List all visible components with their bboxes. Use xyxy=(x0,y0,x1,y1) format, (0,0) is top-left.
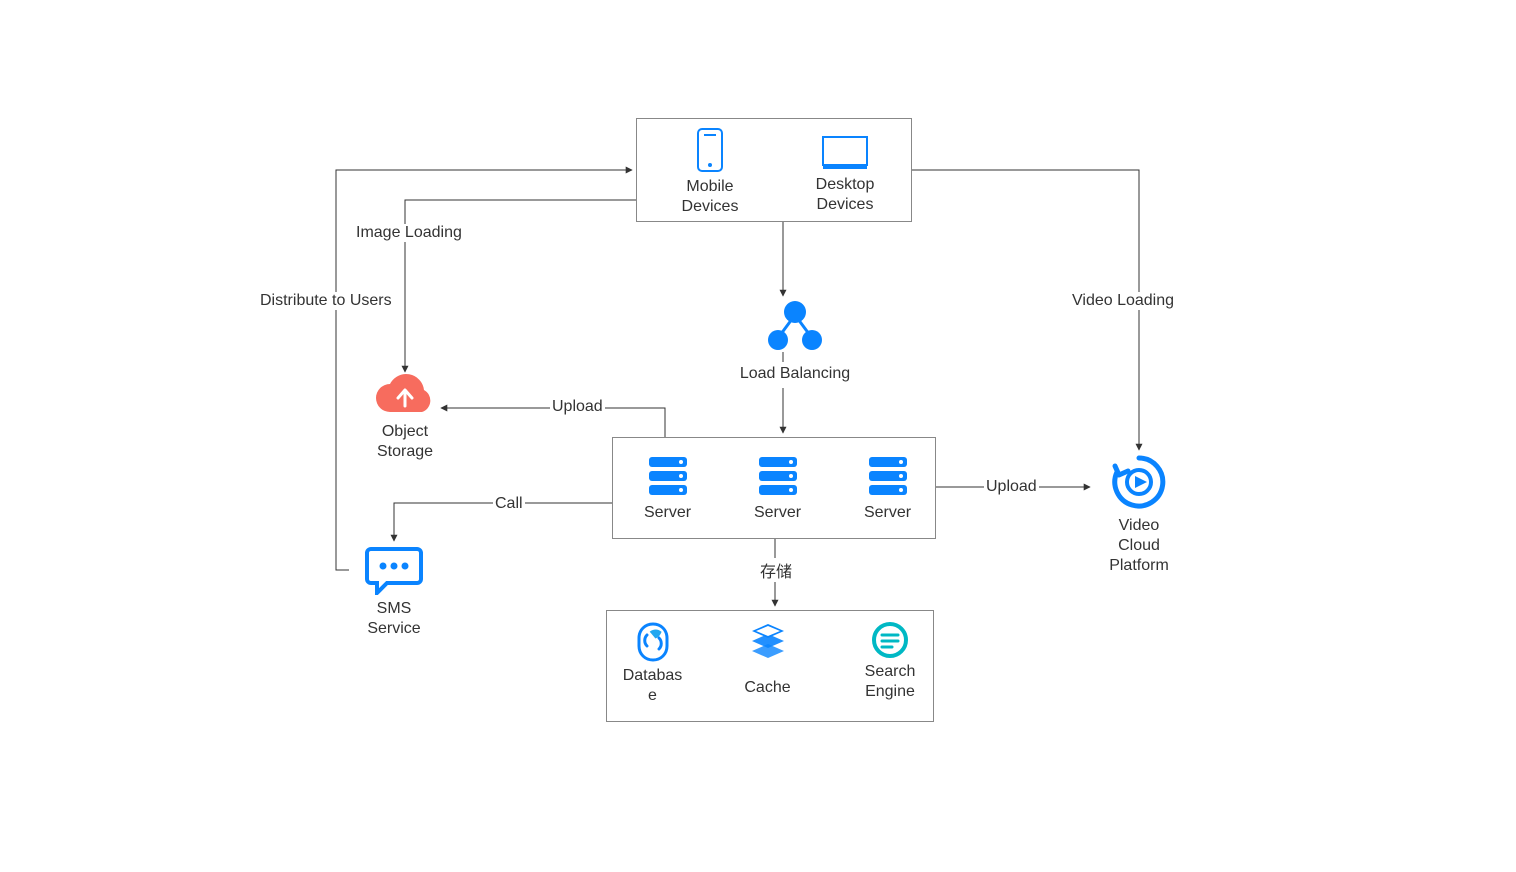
cache-label: Cache xyxy=(744,678,790,698)
video-cloud-label: Video Cloud Platform xyxy=(1109,516,1169,576)
load-balancing-icon xyxy=(765,300,825,350)
sms-service: SMS Service xyxy=(349,543,439,639)
load-balancing-label: Load Balancing xyxy=(740,364,850,384)
cloud-upload-icon xyxy=(374,374,436,418)
sms-label: SMS Service xyxy=(367,599,420,639)
desktop-icon xyxy=(821,135,869,171)
cache: Cache xyxy=(730,620,805,698)
video-cloud: Video Cloud Platform xyxy=(1094,452,1184,576)
label-upload-2: Upload xyxy=(984,478,1039,496)
cache-icon xyxy=(746,620,790,664)
search-engine: Search Engine xyxy=(850,620,930,702)
server-label: Server xyxy=(754,503,801,523)
load-balancing: Load Balancing xyxy=(720,300,870,384)
video-cloud-icon xyxy=(1109,452,1169,512)
object-storage-label: Object Storage xyxy=(377,422,433,462)
server-label: Server xyxy=(644,503,691,523)
server-icon xyxy=(647,455,689,497)
desktop-devices: Desktop Devices xyxy=(800,135,890,215)
server-icon xyxy=(867,455,909,497)
mobile-label: Mobile Devices xyxy=(682,177,739,217)
database-icon xyxy=(631,620,675,664)
server-1: Server xyxy=(630,455,705,523)
search-engine-label: Search Engine xyxy=(865,662,916,702)
label-call: Call xyxy=(493,495,525,513)
label-video-loading: Video Loading xyxy=(1070,292,1176,310)
server-icon xyxy=(757,455,799,497)
label-image-loading: Image Loading xyxy=(354,224,464,242)
label-upload-1: Upload xyxy=(550,398,605,416)
sms-icon xyxy=(365,543,423,595)
mobile-icon xyxy=(696,127,724,173)
object-storage: Object Storage xyxy=(360,374,450,462)
label-distribute: Distribute to Users xyxy=(258,292,394,310)
desktop-label: Desktop Devices xyxy=(816,175,875,215)
search-engine-icon xyxy=(870,620,910,660)
server-2: Server xyxy=(740,455,815,523)
server-3: Server xyxy=(850,455,925,523)
database: Databas e xyxy=(615,620,690,706)
server-label: Server xyxy=(864,503,911,523)
database-label: Databas e xyxy=(623,666,683,706)
label-storage: 存储 xyxy=(758,558,794,582)
mobile-devices: Mobile Devices xyxy=(670,127,750,217)
